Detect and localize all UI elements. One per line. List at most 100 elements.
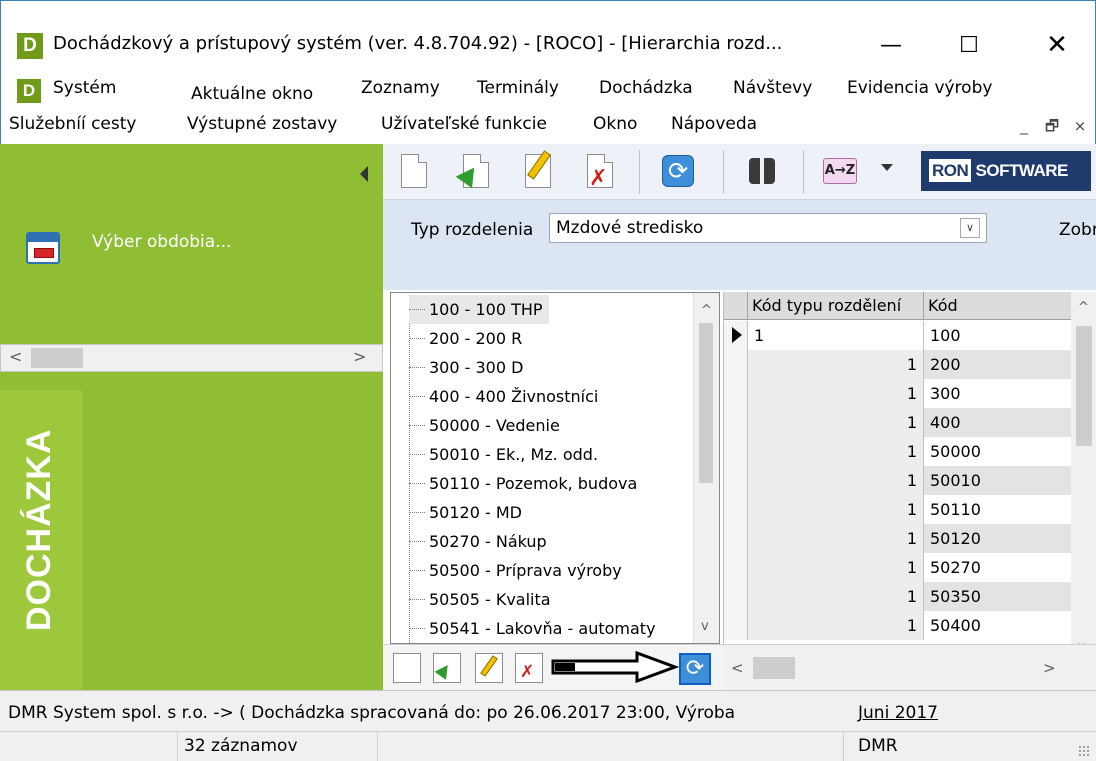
menu-sluzebni-cesty[interactable]: Služebníí cesty xyxy=(9,114,136,134)
menu-dochadzka[interactable]: Dochádzka xyxy=(599,78,693,98)
cell-type-code[interactable]: 1 xyxy=(748,582,924,611)
menu-aktualne-okno[interactable]: Aktuálne okno xyxy=(191,84,313,104)
data-grid[interactable]: Kód typu rozdělení Kód 1 100 1 200 1 300… xyxy=(723,292,1096,644)
table-row[interactable]: 1 100 xyxy=(724,321,1071,350)
cell-code[interactable]: 50350 xyxy=(924,582,1071,611)
table-row[interactable]: 1 300 xyxy=(724,379,1071,408)
menu-napoveda[interactable]: Nápoveda xyxy=(671,114,757,134)
sort-dropdown-icon[interactable] xyxy=(881,164,893,171)
tree-item[interactable]: 200 - 200 R xyxy=(409,324,522,353)
cell-code[interactable]: 50010 xyxy=(924,466,1071,495)
tree-item[interactable]: 300 - 300 D xyxy=(409,353,523,382)
scroll-left-icon[interactable]: < xyxy=(9,347,22,366)
tree-item[interactable]: 50000 - Vedenie xyxy=(409,411,560,440)
tree-item[interactable]: 50500 - Príprava výroby xyxy=(409,556,622,585)
menu-terminaly[interactable]: Terminály xyxy=(477,78,559,98)
period-status-link[interactable]: Juni 2017 xyxy=(858,703,938,723)
copy-record-button[interactable] xyxy=(455,152,495,192)
cell-code[interactable]: 400 xyxy=(924,408,1071,437)
tree-item[interactable]: 50120 - MD xyxy=(409,498,522,527)
table-row[interactable]: 1 50000 xyxy=(724,437,1071,466)
menu-vystupne-zostavy[interactable]: Výstupné zostavy xyxy=(187,114,337,134)
refresh-button[interactable]: ⟳ xyxy=(659,152,697,192)
cell-code[interactable]: 50270 xyxy=(924,553,1071,582)
mdi-close-button[interactable]: × xyxy=(1069,115,1091,137)
scroll-thumb[interactable] xyxy=(31,348,83,368)
calendar-icon[interactable] xyxy=(26,232,60,264)
tree-item[interactable]: 50110 - Pozemok, budova xyxy=(409,469,637,498)
cell-code[interactable]: 300 xyxy=(924,379,1071,408)
cell-type-code[interactable]: 1 xyxy=(748,611,924,640)
menu-okno[interactable]: Okno xyxy=(593,114,637,134)
table-row[interactable]: 1 200 xyxy=(724,350,1071,379)
menu-navstevy[interactable]: Návštevy xyxy=(733,78,812,98)
cell-type-code[interactable]: 1 xyxy=(748,408,924,437)
cell-code[interactable]: 50110 xyxy=(924,495,1071,524)
scroll-up-icon[interactable]: ^ xyxy=(701,303,712,318)
cell-type-code[interactable]: 1 xyxy=(748,350,924,379)
mdi-restore-button[interactable]: 🗗 xyxy=(1041,115,1063,137)
sort-button[interactable]: A→Z xyxy=(823,152,861,192)
menu-evidencia-vyroby[interactable]: Evidencia výroby xyxy=(847,78,992,98)
hierarchy-tree[interactable]: 100 - 100 THP 200 - 200 R 300 - 300 D 40… xyxy=(390,292,720,644)
tree-item[interactable]: 50505 - Kvalita xyxy=(409,585,551,614)
table-row[interactable]: 1 50350 xyxy=(724,582,1071,611)
grid-vertical-scrollbar[interactable]: ^ v xyxy=(1071,292,1096,644)
cell-type-code[interactable]: 1 xyxy=(748,321,924,350)
cell-type-code[interactable]: 1 xyxy=(748,466,924,495)
scroll-left-icon[interactable]: < xyxy=(731,659,744,677)
tree-scroll-thumb[interactable] xyxy=(699,323,713,483)
menu-zoznamy[interactable]: Zoznamy xyxy=(361,78,440,98)
left-panel-scrollbar[interactable]: < > xyxy=(0,344,383,372)
tree-scrollbar[interactable]: ^ v xyxy=(693,293,719,643)
tree-refresh-button[interactable]: ⟳ xyxy=(679,653,711,685)
menu-uzivatelske-funkcie[interactable]: Užívateľské funkcie xyxy=(381,114,547,134)
menu-app-logo-icon[interactable]: D xyxy=(17,79,41,103)
cell-code[interactable]: 50000 xyxy=(924,437,1071,466)
collapse-panel-icon[interactable] xyxy=(360,166,368,182)
cell-code[interactable]: 50120 xyxy=(924,524,1071,553)
tree-edit-button[interactable] xyxy=(475,653,503,683)
tree-item[interactable]: 50541 - Lakovňa - automaty xyxy=(409,614,656,643)
column-header-type-code[interactable]: Kód typu rozdělení xyxy=(748,292,924,320)
tree-copy-button[interactable] xyxy=(433,653,461,683)
minimize-button[interactable]: — xyxy=(861,25,921,65)
tree-delete-button[interactable]: ✗ xyxy=(515,653,543,683)
table-row[interactable]: 1 50110 xyxy=(724,495,1071,524)
table-row[interactable]: 1 50120 xyxy=(724,524,1071,553)
resize-grip-icon[interactable] xyxy=(1078,745,1090,757)
tree-item[interactable]: 50010 - Ek., Mz. odd. xyxy=(409,440,598,469)
split-type-select[interactable]: Mzdové stredisko ∨ xyxy=(549,213,987,243)
tree-item[interactable]: 400 - 400 Živnostníci xyxy=(409,382,598,411)
menu-system[interactable]: Systém xyxy=(53,78,116,98)
scroll-up-icon[interactable]: ^ xyxy=(1078,300,1089,315)
table-row[interactable]: 1 50270 xyxy=(724,553,1071,582)
cell-code[interactable]: 200 xyxy=(924,350,1071,379)
period-select-link[interactable]: Výber obdobia... xyxy=(92,232,231,252)
cell-type-code[interactable]: 1 xyxy=(748,379,924,408)
scroll-right-icon[interactable]: > xyxy=(353,347,366,366)
tree-item[interactable]: 100 - 100 THP xyxy=(409,295,549,324)
maximize-button[interactable]: ☐ xyxy=(939,25,999,65)
cell-code[interactable]: 50400 xyxy=(924,611,1071,640)
tree-new-button[interactable] xyxy=(393,653,421,683)
edit-record-button[interactable] xyxy=(519,150,557,192)
new-record-button[interactable] xyxy=(395,152,433,192)
mdi-minimize-button[interactable]: _ xyxy=(1013,115,1035,137)
cell-type-code[interactable]: 1 xyxy=(748,524,924,553)
find-button[interactable] xyxy=(743,152,781,192)
cell-type-code[interactable]: 1 xyxy=(748,553,924,582)
scroll-right-icon[interactable]: > xyxy=(1043,659,1056,677)
cell-type-code[interactable]: 1 xyxy=(748,495,924,524)
cell-code[interactable]: 100 xyxy=(924,321,1071,350)
table-row[interactable]: 1 50400 xyxy=(724,611,1071,640)
scroll-down-icon[interactable]: v xyxy=(701,619,709,634)
grid-scroll-thumb[interactable] xyxy=(1076,326,1092,446)
delete-record-button[interactable]: ✗ xyxy=(581,152,619,192)
close-button[interactable]: ✕ xyxy=(1027,25,1087,65)
grid-hscroll-thumb[interactable] xyxy=(753,657,795,679)
table-row[interactable]: 1 50010 xyxy=(724,466,1071,495)
chevron-down-icon[interactable]: ∨ xyxy=(960,218,980,238)
tree-item[interactable]: 50270 - Nákup xyxy=(409,527,547,556)
table-row[interactable]: 1 400 xyxy=(724,408,1071,437)
